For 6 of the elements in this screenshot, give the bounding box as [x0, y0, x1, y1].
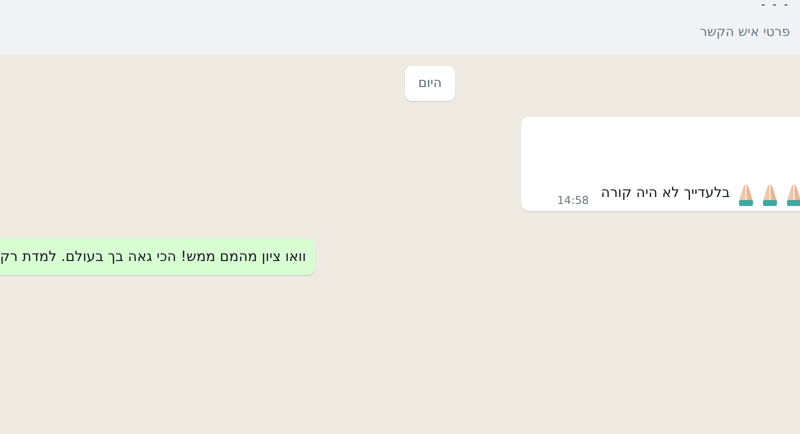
contact-name: - - -	[761, 0, 790, 12]
chat-header[interactable]: - - - פרטי איש הקשר	[0, 0, 800, 55]
message-text: בלעדייך לא היה קורה	[600, 185, 730, 203]
contact-info-hint: פרטי איש הקשר	[700, 25, 790, 40]
message-time: 14:58	[557, 194, 590, 207]
message-text: וואו ציון מהמם ממש! הכי גאה בך בעולם. למדת רק	[0, 249, 306, 265]
